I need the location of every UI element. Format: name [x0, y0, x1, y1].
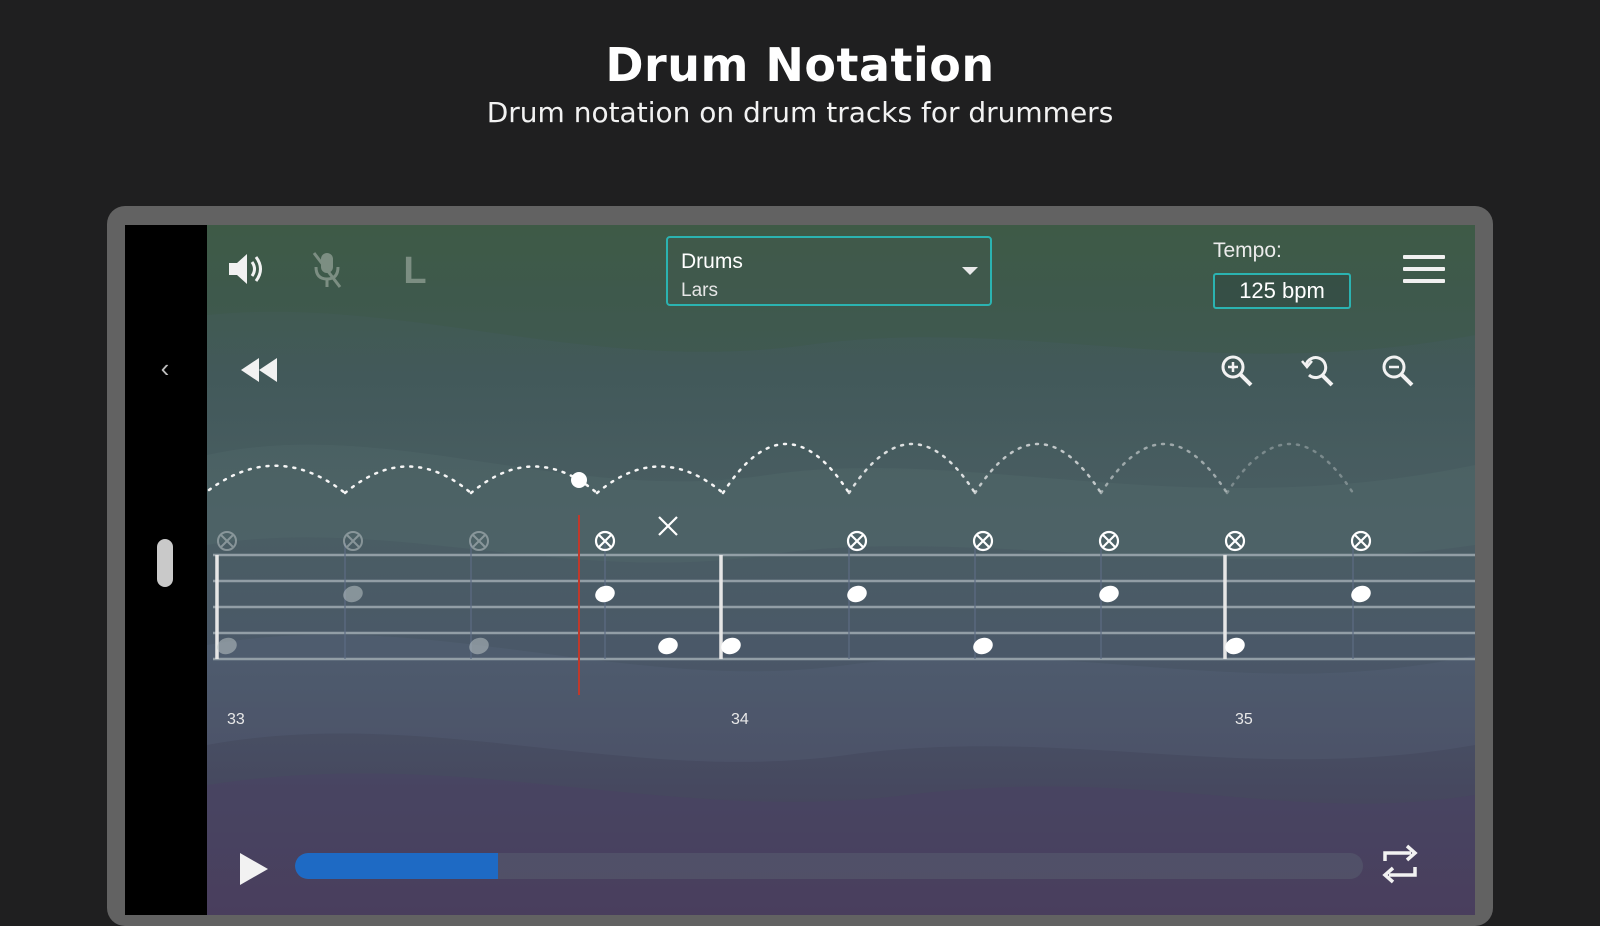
note-stems	[344, 543, 1354, 659]
loop-icon[interactable]	[1377, 839, 1423, 894]
promo-subtitle: Drum notation on drum tracks for drummer…	[486, 96, 1114, 129]
measure-number: 35	[1235, 711, 1253, 728]
drum-staff[interactable]	[207, 225, 1475, 915]
back-icon[interactable]: ‹	[153, 353, 177, 383]
bounce-path	[207, 442, 1355, 495]
measure-number: 34	[731, 711, 749, 728]
bounce-ball	[571, 472, 587, 488]
play-icon[interactable]	[237, 851, 271, 892]
navigation-bar: ‹	[125, 225, 207, 915]
promo-title: Drum Notation	[605, 38, 995, 92]
transport-bar	[207, 815, 1475, 905]
drawer-handle[interactable]	[157, 539, 173, 587]
measure-number: 33	[227, 711, 245, 728]
app-area: L Drums Lars Tempo: 125 bpm 33 34 35	[207, 225, 1475, 915]
hihat-notes	[217, 516, 1372, 552]
staff-lines	[213, 553, 1475, 661]
kick-notes	[217, 637, 1245, 655]
progress-fill	[295, 853, 498, 879]
device-screen: ‹ L Drums Lars Tempo: 125 bpm 33 34 35	[125, 225, 1475, 915]
snare-notes	[343, 585, 1371, 603]
progress-bar[interactable]	[295, 853, 1363, 879]
